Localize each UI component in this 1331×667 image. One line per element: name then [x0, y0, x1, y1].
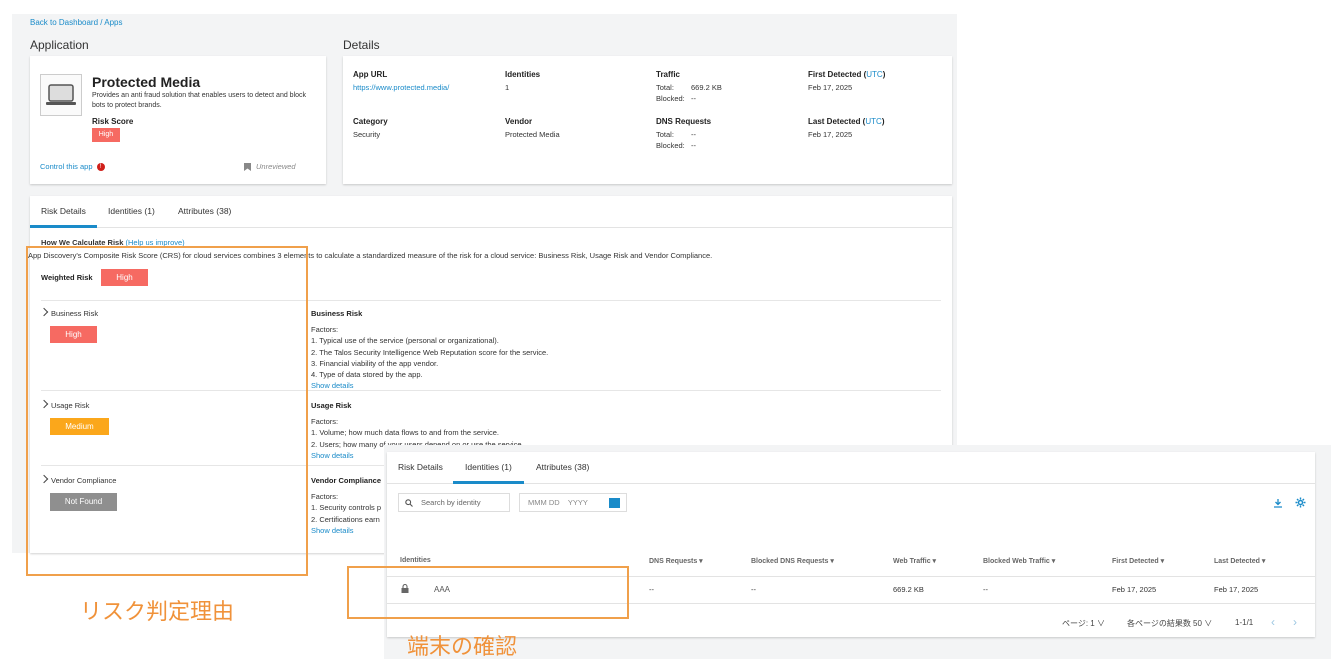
- first-detected-value: Feb 17, 2025: [808, 83, 853, 92]
- details-section-title: Details: [343, 38, 380, 52]
- review-status-label: Unreviewed: [256, 162, 296, 171]
- risk-score-badge: High: [92, 128, 120, 142]
- dns-total-value: --: [691, 130, 696, 139]
- vendor-factors: Factors: 1. Security controls p 2. Certi…: [311, 491, 381, 536]
- tab-risk-details[interactable]: Risk Details: [398, 462, 443, 472]
- show-details-link[interactable]: Show details: [311, 380, 548, 391]
- download-icon[interactable]: [1273, 498, 1283, 508]
- control-app-label[interactable]: Control this app: [40, 162, 93, 171]
- search-icon: [405, 498, 413, 507]
- cell-last-detected: Feb 17, 2025: [1214, 585, 1259, 594]
- review-status[interactable]: Unreviewed: [244, 162, 296, 171]
- dns-label: DNS Requests: [656, 117, 712, 126]
- first-detected-label: First Detected (UTC): [808, 70, 886, 79]
- dns-total-label: Total:: [656, 130, 674, 139]
- category-label: Category: [353, 117, 388, 126]
- control-app-link[interactable]: Control this app !: [40, 162, 105, 171]
- risk-reason-annotation: リスク判定理由: [80, 599, 235, 624]
- app-logo: [40, 74, 82, 116]
- date-placeholder: MMM DD YYYY: [528, 498, 588, 507]
- last-detected-label: Last Detected (UTC): [808, 117, 885, 126]
- gear-icon[interactable]: [1295, 497, 1306, 508]
- utc-link[interactable]: UTC: [866, 70, 882, 79]
- device-check-highlight: [347, 566, 629, 619]
- vendor-label: Vendor: [505, 117, 533, 126]
- col-web-traffic[interactable]: Web Traffic ▾: [893, 557, 936, 565]
- device-check-annotation: 端末の確認: [407, 634, 518, 659]
- factors-label: Factors:: [311, 492, 339, 501]
- next-page-icon[interactable]: ›: [1293, 615, 1297, 629]
- application-card: Protected Media Provides an anti fraud s…: [30, 56, 326, 184]
- col-blocked-web[interactable]: Blocked Web Traffic ▾: [983, 557, 1055, 565]
- category-value: Security: [353, 130, 381, 139]
- traffic-blocked-value: --: [691, 94, 696, 103]
- app-name: Protected Media: [92, 74, 201, 90]
- traffic-blocked-label: Blocked:: [656, 94, 685, 103]
- vendor-value: Protected Media: [505, 130, 560, 139]
- search-input[interactable]: Search by identity: [398, 493, 510, 512]
- bookmark-icon: [244, 162, 251, 171]
- app-url-link[interactable]: https://www.protected.media/: [353, 83, 449, 92]
- cell-first-detected: Feb 17, 2025: [1112, 585, 1157, 594]
- date-input[interactable]: MMM DD YYYY: [519, 493, 627, 512]
- risk-reason-highlight: [26, 246, 308, 576]
- usage-risk-title: Usage Risk: [311, 401, 352, 410]
- prev-page-icon[interactable]: ‹: [1271, 615, 1275, 629]
- search-placeholder: Search by identity: [421, 498, 481, 507]
- tab-identities[interactable]: Identities (1): [465, 462, 512, 472]
- cell-blocked-dns: --: [751, 585, 756, 594]
- traffic-total-label: Total:: [656, 83, 674, 92]
- col-first-detected[interactable]: First Detected ▾: [1112, 557, 1164, 565]
- calendar-icon[interactable]: [609, 498, 620, 508]
- factor-item: 1. Typical use of the service (personal …: [311, 336, 499, 346]
- last-detected-value: Feb 17, 2025: [808, 130, 853, 139]
- dns-blocked-value: --: [691, 141, 696, 150]
- factors-label: Factors:: [311, 325, 339, 334]
- tab-identities[interactable]: Identities (1): [108, 206, 155, 216]
- factor-item: 1. Volume; how much data flows to and fr…: [311, 428, 500, 438]
- dns-blocked-label: Blocked:: [656, 141, 685, 150]
- tab-divider: [30, 227, 952, 228]
- factor-item: 2. Certifications earn: [311, 514, 380, 524]
- factor-item: 3. Financial viability of the app vendor…: [311, 358, 439, 368]
- alert-icon: !: [96, 162, 105, 171]
- page-selector[interactable]: ページ: 1 ∨: [1062, 618, 1105, 629]
- page-range: 1-1/1: [1235, 618, 1254, 627]
- col-identities[interactable]: Identities: [400, 557, 431, 564]
- active-tab-indicator: [453, 481, 524, 484]
- identities-value: 1: [505, 83, 510, 92]
- show-details-link[interactable]: Show details: [311, 525, 381, 536]
- application-section-title: Application: [30, 38, 89, 52]
- tab-attributes[interactable]: Attributes (38): [536, 462, 589, 472]
- cell-web-traffic: 669.2 KB: [893, 585, 924, 594]
- active-tab-indicator: [30, 225, 97, 228]
- details-card: App URL https://www.protected.media/ Ide…: [343, 56, 952, 184]
- col-blocked-dns[interactable]: Blocked DNS Requests ▾: [751, 557, 834, 565]
- business-risk-title: Business Risk: [311, 309, 363, 318]
- tab-divider: [387, 483, 1315, 484]
- factor-item: 1. Security controls p: [311, 503, 382, 513]
- cell-dns: --: [649, 585, 654, 594]
- tab-risk-details[interactable]: Risk Details: [41, 206, 86, 216]
- cell-blocked-web: --: [983, 585, 988, 594]
- vendor-compliance-title: Vendor Compliance: [311, 476, 382, 485]
- risk-score-label: Risk Score: [92, 117, 134, 126]
- tab-attributes[interactable]: Attributes (38): [178, 206, 231, 216]
- per-page-selector[interactable]: 各ページの結果数 50 ∨: [1127, 618, 1212, 629]
- factor-item: 4. Type of data stored by the app.: [311, 370, 423, 380]
- traffic-total-value: 669.2 KB: [691, 83, 722, 92]
- col-last-detected[interactable]: Last Detected ▾: [1214, 557, 1265, 565]
- laptop-icon: [46, 84, 76, 105]
- factors-label: Factors:: [311, 417, 339, 426]
- col-dns-requests[interactable]: DNS Requests ▾: [649, 557, 703, 565]
- app-url-label: App URL: [353, 70, 388, 79]
- app-description: Provides an anti fraud solution that ena…: [92, 92, 307, 109]
- business-factors: Factors: 1. Typical use of the service (…: [311, 324, 548, 392]
- traffic-label: Traffic: [656, 70, 681, 79]
- identities-label: Identities: [505, 70, 541, 79]
- utc-link-2[interactable]: UTC: [865, 117, 881, 126]
- factor-item: 2. The Talos Security Intelligence Web R…: [311, 347, 549, 357]
- breadcrumb[interactable]: Back to Dashboard / Apps: [30, 18, 123, 27]
